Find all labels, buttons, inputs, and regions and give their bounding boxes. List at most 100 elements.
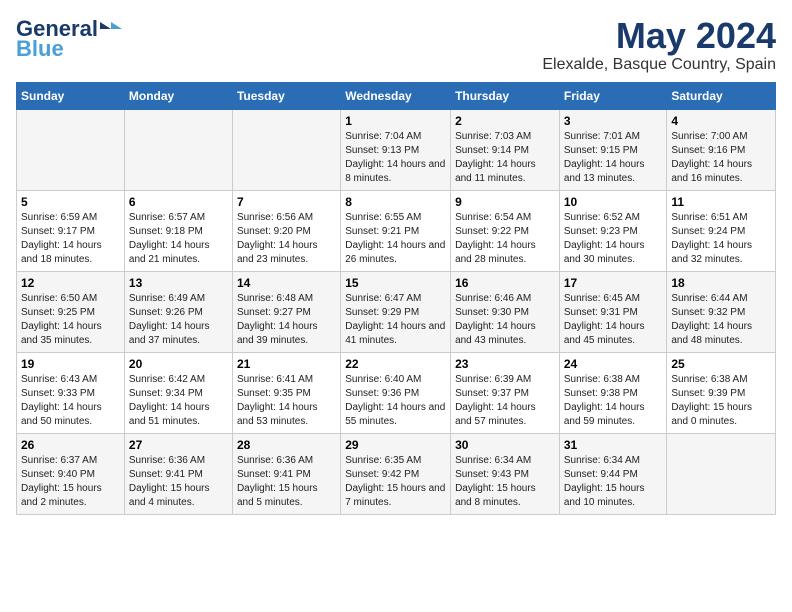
day-number: 13 [129,276,228,290]
day-info: Sunrise: 6:37 AMSunset: 9:40 PMDaylight:… [21,454,120,510]
day-number: 28 [237,438,336,452]
header-row: SundayMondayTuesdayWednesdayThursdayFrid… [17,82,776,109]
day-cell: 22Sunrise: 6:40 AMSunset: 9:36 PMDayligh… [341,352,451,433]
day-info: Sunrise: 6:38 AMSunset: 9:39 PMDaylight:… [671,373,771,429]
day-cell: 10Sunrise: 6:52 AMSunset: 9:23 PMDayligh… [559,190,667,271]
day-cell [17,109,125,190]
day-number: 4 [671,114,771,128]
day-number: 14 [237,276,336,290]
day-cell: 24 Sunrise: 6:38 AMSunset: 9:38 PMDayligh… [559,352,667,433]
day-number: 11 [671,195,771,209]
day-number: 23 [455,357,555,371]
day-number: 9 [455,195,555,209]
day-info: Sunrise: 6:51 AMSunset: 9:24 PMDaylight:… [671,211,771,267]
day-info: Sunrise: 6:34 AMSunset: 9:43 PMDaylight:… [455,454,555,510]
day-info: Sunrise: 6:34 AMSunset: 9:44 PMDaylight:… [564,454,663,510]
day-info: Sunrise: 6:49 AMSunset: 9:26 PMDaylight:… [129,292,228,348]
col-header-wednesday: Wednesday [341,82,451,109]
col-header-friday: Friday [559,82,667,109]
week-row-2: 5 Sunrise: 6:59 AMSunset: 9:17 PMDaylight… [17,190,776,271]
day-info: Sunrise: 6:36 AMSunset: 9:41 PMDaylight:… [237,454,336,510]
day-number: 20 [129,357,228,371]
day-info: Sunrise: 7:03 AMSunset: 9:14 PMDaylight:… [455,130,555,186]
week-row-4: 19 Sunrise: 6:43 AMSunset: 9:33 PMDayligh… [17,352,776,433]
month-title: May 2024 [542,16,776,56]
day-number: 19 [21,357,120,371]
day-cell: 19 Sunrise: 6:43 AMSunset: 9:33 PMDayligh… [17,352,125,433]
day-cell: 17 Sunrise: 6:45 AMSunset: 9:31 PMDayligh… [559,271,667,352]
day-info: Sunrise: 6:36 AMSunset: 9:41 PMDaylight:… [129,454,228,510]
day-cell: 15Sunrise: 6:47 AMSunset: 9:29 PMDayligh… [341,271,451,352]
day-cell: 28 Sunrise: 6:36 AMSunset: 9:41 PMDayligh… [232,433,340,514]
day-number: 2 [455,114,555,128]
day-number: 3 [564,114,663,128]
page-header: General Blue May 2024 Elexalde, Basque C… [16,16,776,74]
day-info: Sunrise: 6:42 AMSunset: 9:34 PMDaylight:… [129,373,228,429]
day-cell [667,433,776,514]
day-number: 7 [237,195,336,209]
day-info: Sunrise: 7:04 AMSunset: 9:13 PMDaylight:… [345,130,446,186]
day-info: Sunrise: 7:00 AMSunset: 9:16 PMDaylight:… [671,130,771,186]
logo: General Blue [16,16,122,62]
day-number: 16 [455,276,555,290]
day-cell: 25 Sunrise: 6:38 AMSunset: 9:39 PMDayligh… [667,352,776,433]
col-header-tuesday: Tuesday [232,82,340,109]
day-info: Sunrise: 6:59 AMSunset: 9:17 PMDaylight:… [21,211,120,267]
day-info: Sunrise: 6:38 AMSunset: 9:38 PMDaylight:… [564,373,663,429]
day-number: 17 [564,276,663,290]
week-row-5: 26 Sunrise: 6:37 AMSunset: 9:40 PMDayligh… [17,433,776,514]
day-number: 27 [129,438,228,452]
day-cell [232,109,340,190]
day-cell: 30Sunrise: 6:34 AMSunset: 9:43 PMDayligh… [451,433,560,514]
day-number: 31 [564,438,663,452]
day-number: 10 [564,195,663,209]
day-info: Sunrise: 7:01 AMSunset: 9:15 PMDaylight:… [564,130,663,186]
day-cell: 5 Sunrise: 6:59 AMSunset: 9:17 PMDaylight… [17,190,125,271]
day-cell: 2 Sunrise: 7:03 AMSunset: 9:14 PMDaylight… [451,109,560,190]
day-number: 26 [21,438,120,452]
day-number: 29 [345,438,446,452]
day-cell: 18 Sunrise: 6:44 AMSunset: 9:32 PMDayligh… [667,271,776,352]
day-info: Sunrise: 6:54 AMSunset: 9:22 PMDaylight:… [455,211,555,267]
day-info: Sunrise: 6:35 AMSunset: 9:42 PMDaylight:… [345,454,446,510]
day-info: Sunrise: 6:44 AMSunset: 9:32 PMDaylight:… [671,292,771,348]
day-cell: 7Sunrise: 6:56 AMSunset: 9:20 PMDaylight… [232,190,340,271]
day-number: 24 [564,357,663,371]
day-info: Sunrise: 6:47 AMSunset: 9:29 PMDaylight:… [345,292,446,348]
day-info: Sunrise: 6:39 AMSunset: 9:37 PMDaylight:… [455,373,555,429]
week-row-3: 12 Sunrise: 6:50 AMSunset: 9:25 PMDayligh… [17,271,776,352]
day-cell: 27 Sunrise: 6:36 AMSunset: 9:41 PMDayligh… [124,433,232,514]
day-cell: 13 Sunrise: 6:49 AMSunset: 9:26 PMDayligh… [124,271,232,352]
day-cell: 4 Sunrise: 7:00 AMSunset: 9:16 PMDaylight… [667,109,776,190]
day-number: 6 [129,195,228,209]
day-number: 5 [21,195,120,209]
logo-blue: Blue [16,36,64,62]
day-number: 8 [345,195,446,209]
day-cell: 29 Sunrise: 6:35 AMSunset: 9:42 PMDayligh… [341,433,451,514]
day-cell: 20 Sunrise: 6:42 AMSunset: 9:34 PMDayligh… [124,352,232,433]
logo-bird-icon [100,18,122,40]
day-cell: 12 Sunrise: 6:50 AMSunset: 9:25 PMDayligh… [17,271,125,352]
calendar-table: SundayMondayTuesdayWednesdayThursdayFrid… [16,82,776,515]
day-number: 21 [237,357,336,371]
day-cell: 3 Sunrise: 7:01 AMSunset: 9:15 PMDaylight… [559,109,667,190]
day-info: Sunrise: 6:45 AMSunset: 9:31 PMDaylight:… [564,292,663,348]
day-info: Sunrise: 6:48 AMSunset: 9:27 PMDaylight:… [237,292,336,348]
col-header-monday: Monday [124,82,232,109]
day-cell: 26 Sunrise: 6:37 AMSunset: 9:40 PMDayligh… [17,433,125,514]
day-cell: 9 Sunrise: 6:54 AMSunset: 9:22 PMDaylight… [451,190,560,271]
day-cell: 8Sunrise: 6:55 AMSunset: 9:21 PMDaylight… [341,190,451,271]
day-number: 12 [21,276,120,290]
day-info: Sunrise: 6:43 AMSunset: 9:33 PMDaylight:… [21,373,120,429]
col-header-saturday: Saturday [667,82,776,109]
day-number: 25 [671,357,771,371]
day-cell: 31 Sunrise: 6:34 AMSunset: 9:44 PMDayligh… [559,433,667,514]
col-header-sunday: Sunday [17,82,125,109]
day-cell: 23 Sunrise: 6:39 AMSunset: 9:37 PMDayligh… [451,352,560,433]
day-info: Sunrise: 6:50 AMSunset: 9:25 PMDaylight:… [21,292,120,348]
day-info: Sunrise: 6:46 AMSunset: 9:30 PMDaylight:… [455,292,555,348]
day-number: 18 [671,276,771,290]
day-cell: 6Sunrise: 6:57 AMSunset: 9:18 PMDaylight… [124,190,232,271]
day-number: 22 [345,357,446,371]
day-number: 1 [345,114,446,128]
